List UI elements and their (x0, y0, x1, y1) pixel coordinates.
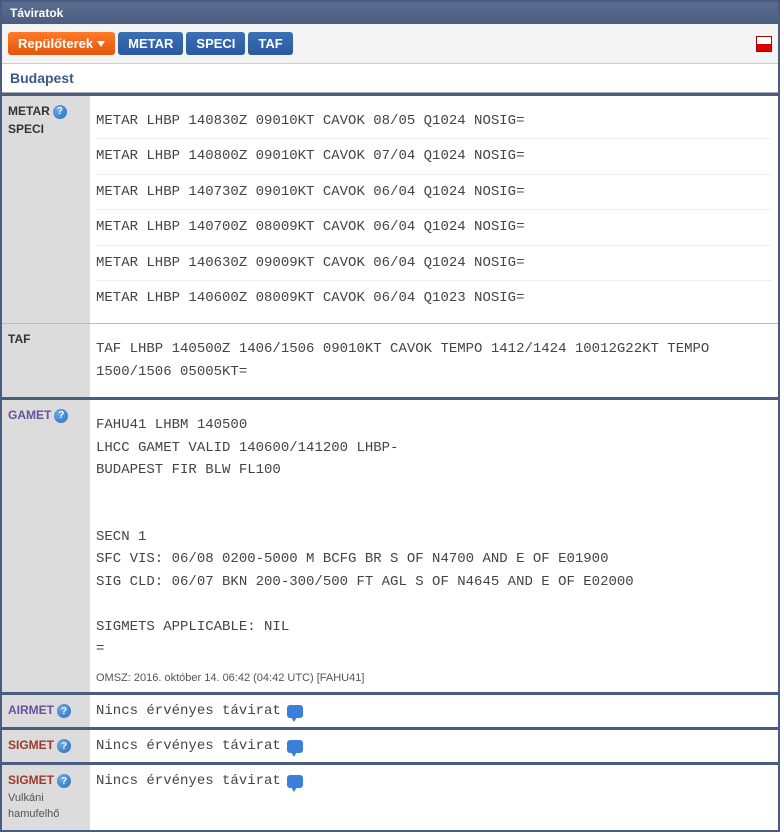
label-gamet: GAMET (8, 408, 51, 424)
metar-line: METAR LHBP 140630Z 09009KT CAVOK 06/04 Q… (96, 246, 772, 281)
gamet-content: FAHU41 LHBM 140500 LHCC GAMET VALID 1406… (90, 400, 778, 692)
taf-label: TAF (2, 324, 90, 397)
metar-line: METAR LHBP 140830Z 09010KT CAVOK 08/05 Q… (96, 104, 772, 139)
help-icon[interactable]: ? (57, 739, 71, 753)
city-name: Budapest (10, 70, 74, 86)
tab-label: SPECI (196, 36, 235, 51)
help-icon[interactable]: ? (53, 105, 67, 119)
metar-content: METAR LHBP 140830Z 09010KT CAVOK 08/05 Q… (90, 96, 778, 323)
help-icon[interactable]: ? (54, 409, 68, 423)
panel-header: Táviratok (2, 2, 778, 24)
tab-taf[interactable]: TAF (248, 32, 292, 55)
tab-metar[interactable]: METAR (118, 32, 183, 55)
sigmet-volcanic-label: SIGMET ? Vulkáni hamufelhő (2, 765, 90, 829)
airmet-content: Nincs érvényes távirat (90, 695, 778, 727)
sigmet-label: SIGMET ? (2, 730, 90, 762)
airmet-label: AIRMET ? (2, 695, 90, 727)
label-volcanic-1: Vulkáni (8, 791, 84, 805)
panel-title: Táviratok (10, 6, 63, 20)
no-valid-text: Nincs érvényes távirat (96, 703, 281, 719)
metar-line: METAR LHBP 140800Z 09010KT CAVOK 07/04 Q… (96, 139, 772, 174)
label-speci: SPECI (8, 122, 44, 138)
tab-airports[interactable]: Repülőterek (8, 32, 115, 55)
toolbar: Repülőterek METAR SPECI TAF (2, 24, 778, 64)
label-metar: METAR (8, 104, 50, 120)
label-sigmet-v: SIGMET (8, 773, 54, 789)
help-icon[interactable]: ? (57, 704, 71, 718)
no-valid-text: Nincs érvényes távirat (96, 773, 281, 789)
airmet-block: AIRMET ? Nincs érvényes távirat (2, 692, 778, 727)
label-taf: TAF (8, 332, 30, 348)
gamet-text: FAHU41 LHBM 140500 LHCC GAMET VALID 1406… (96, 408, 772, 666)
taf-content: TAF LHBP 140500Z 1406/1506 09010KT CAVOK… (90, 324, 778, 397)
sigmet-volcanic-block: SIGMET ? Vulkáni hamufelhő Nincs érvénye… (2, 762, 778, 829)
pdf-export-icon[interactable] (756, 36, 772, 52)
taf-block: TAF TAF LHBP 140500Z 1406/1506 09010KT C… (2, 323, 778, 397)
chevron-down-icon (97, 41, 105, 47)
comment-icon[interactable] (287, 740, 303, 753)
label-airmet: AIRMET (8, 703, 54, 719)
metar-line: METAR LHBP 140600Z 08009KT CAVOK 06/04 Q… (96, 281, 772, 315)
tab-label: METAR (128, 36, 173, 51)
comment-icon[interactable] (287, 775, 303, 788)
tab-label: Repülőterek (18, 36, 93, 51)
gamet-block: GAMET ? FAHU41 LHBM 140500 LHCC GAMET VA… (2, 397, 778, 692)
comment-icon[interactable] (287, 705, 303, 718)
gamet-label: GAMET ? (2, 400, 90, 692)
sigmet-volcanic-content: Nincs érvényes távirat (90, 765, 778, 797)
tab-label: TAF (258, 36, 282, 51)
tab-speci[interactable]: SPECI (186, 32, 245, 55)
tab-bar: Repülőterek METAR SPECI TAF (8, 32, 293, 55)
telegrams-panel: Táviratok Repülőterek METAR SPECI TAF Bu… (0, 0, 780, 832)
sigmet-block: SIGMET ? Nincs érvényes távirat (2, 727, 778, 762)
metar-line: METAR LHBP 140700Z 08009KT CAVOK 06/04 Q… (96, 210, 772, 245)
metar-speci-label: METAR ? SPECI (2, 96, 90, 323)
help-icon[interactable]: ? (57, 774, 71, 788)
gamet-meta: OMSZ: 2016. október 14. 06:42 (04:42 UTC… (96, 666, 772, 684)
metar-speci-block: METAR ? SPECI METAR LHBP 140830Z 09010KT… (2, 93, 778, 323)
label-volcanic-2: hamufelhő (8, 807, 84, 821)
sigmet-content: Nincs érvényes távirat (90, 730, 778, 762)
metar-line: METAR LHBP 140730Z 09010KT CAVOK 06/04 Q… (96, 175, 772, 210)
city-header: Budapest (2, 64, 778, 93)
taf-text: TAF LHBP 140500Z 1406/1506 09010KT CAVOK… (96, 332, 772, 389)
